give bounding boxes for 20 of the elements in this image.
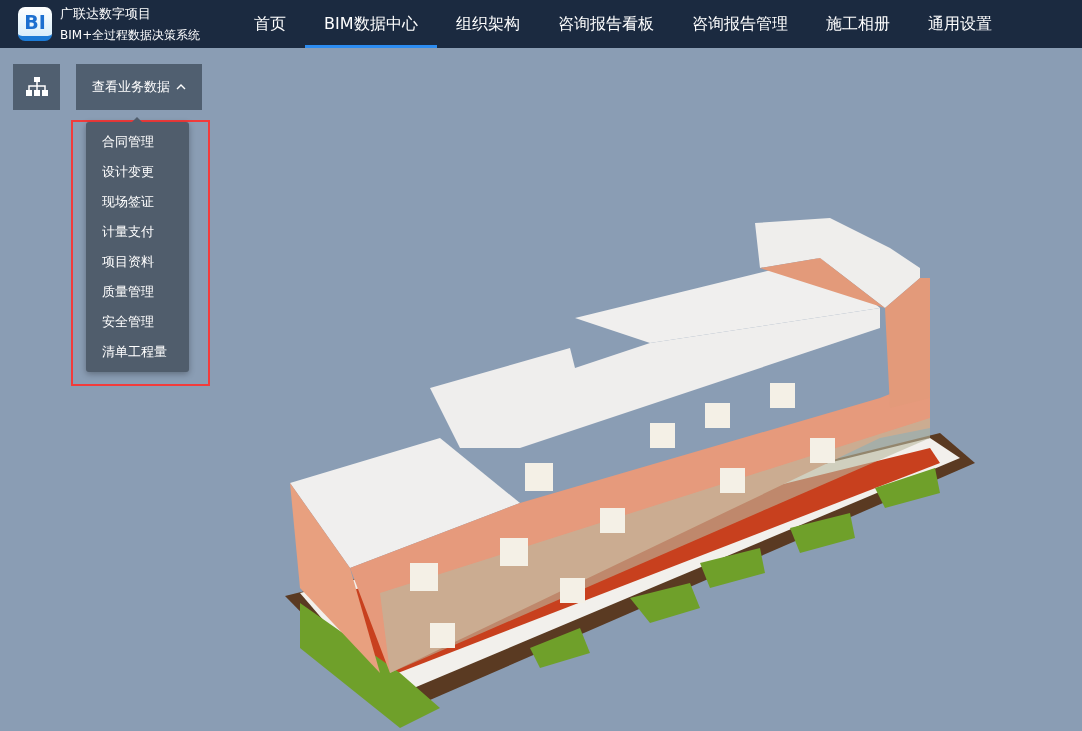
nav-tab[interactable]: 咨询报告管理	[672, 0, 807, 48]
menu-item[interactable]: 现场签证	[86, 187, 189, 217]
menu-item[interactable]: 安全管理	[86, 307, 189, 337]
nav-tab[interactable]: 首页	[235, 0, 305, 48]
app-subtitle: BIM+全过程数据决策系统	[60, 26, 201, 44]
menu-item[interactable]: 项目资料	[86, 247, 189, 277]
nav-tab[interactable]: 施工相册	[806, 0, 909, 48]
app-logo: BI	[18, 7, 52, 41]
nav-tab[interactable]: BIM数据中心	[305, 0, 437, 48]
dropdown-label: 查看业务数据	[92, 78, 170, 96]
menu-item[interactable]: 设计变更	[86, 157, 189, 187]
menu-item[interactable]: 计量支付	[86, 217, 189, 247]
nav-tab[interactable]: 组织架构	[436, 0, 539, 48]
app-title: 广联达数字项目	[60, 4, 152, 23]
business-data-dropdown[interactable]: 查看业务数据	[76, 64, 202, 110]
menu-item[interactable]: 清单工程量	[86, 337, 189, 367]
menu-item[interactable]: 质量管理	[86, 277, 189, 307]
nav-tab[interactable]: 通用设置	[908, 0, 1011, 48]
nav-tab[interactable]: 咨询报告看板	[538, 0, 673, 48]
menu-item[interactable]: 合同管理	[86, 127, 189, 157]
